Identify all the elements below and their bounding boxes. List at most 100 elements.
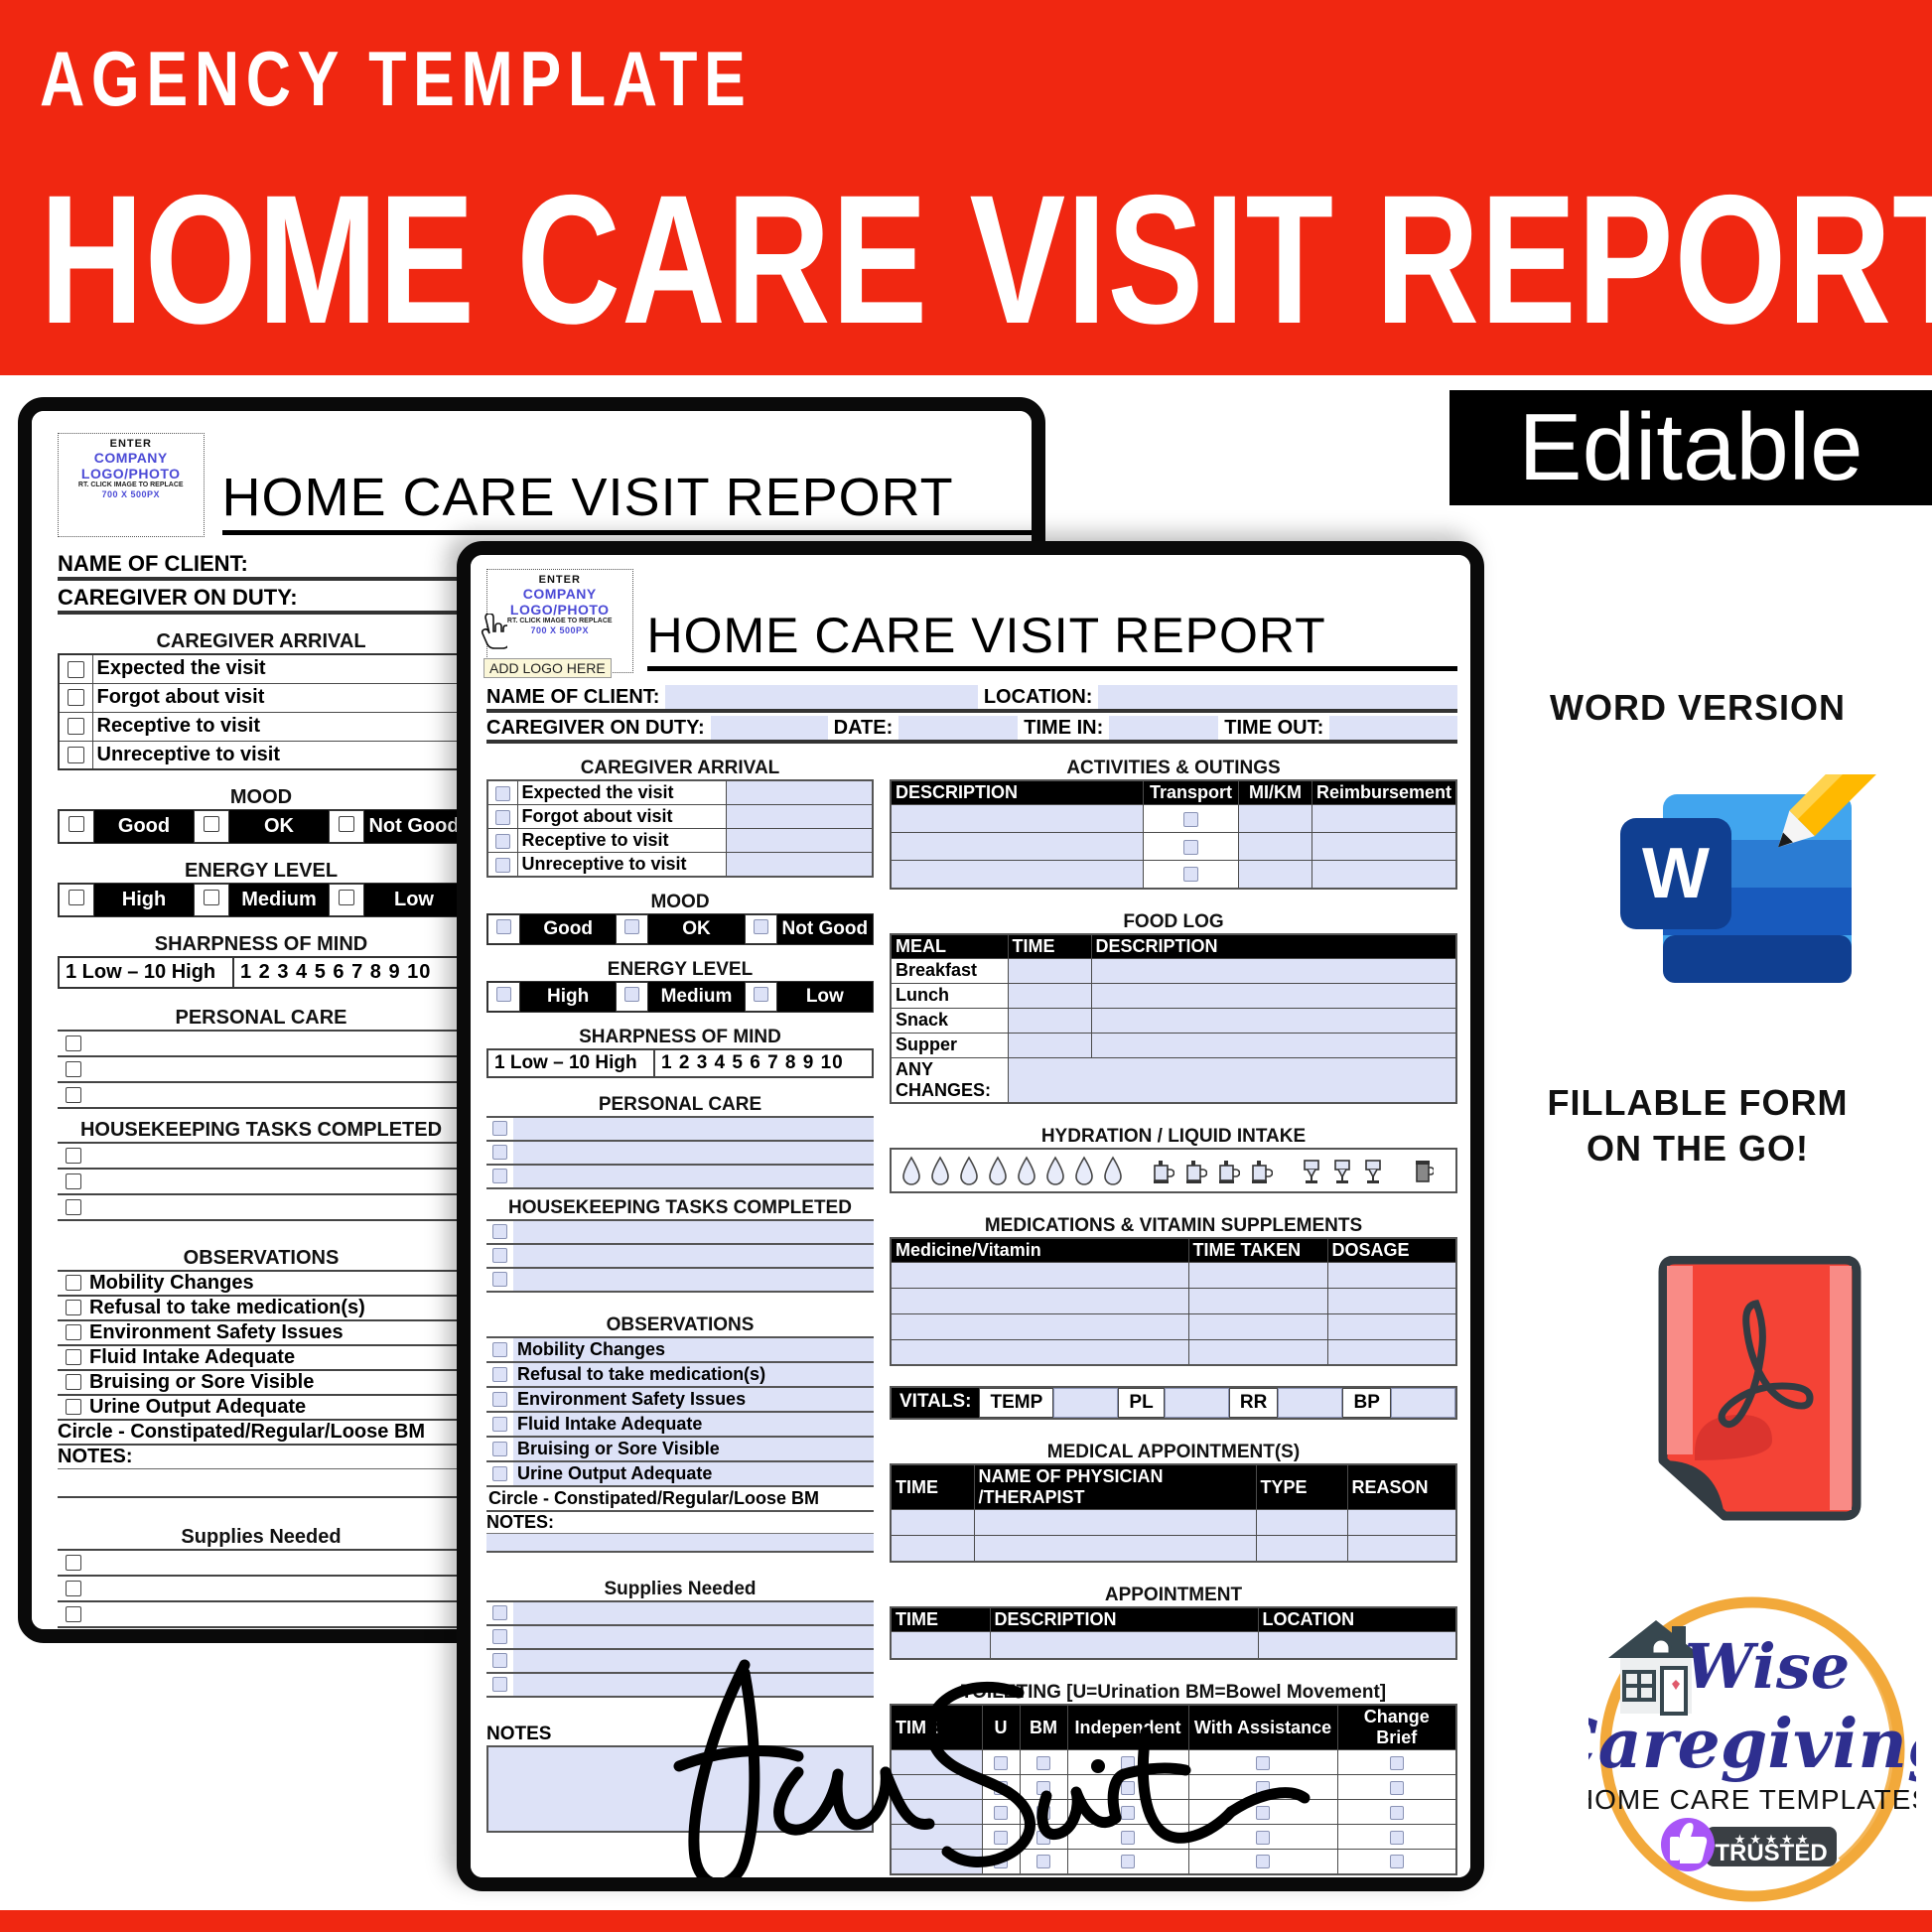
housekeeping-checkbox[interactable] (486, 1245, 513, 1267)
toileting-time-input[interactable] (890, 1849, 983, 1874)
energy-option-label[interactable]: Low (776, 982, 873, 1012)
back-mood-label[interactable]: OK (229, 810, 329, 843)
back-observation-checkbox[interactable] (58, 1322, 89, 1344)
checkbox[interactable] (1121, 1755, 1135, 1770)
medication-dosage-input[interactable] (1326, 1338, 1457, 1366)
supplies-checkbox[interactable] (486, 1603, 513, 1623)
toileting-time-input[interactable] (890, 1824, 983, 1850)
sharpness-scale-values[interactable]: 1 2 3 4 5 6 7 8 9 10 (655, 1050, 872, 1076)
checkbox[interactable] (494, 833, 510, 849)
toileting-change-brief-checkbox[interactable] (1336, 1774, 1457, 1800)
checkbox[interactable] (66, 1349, 81, 1366)
checkbox[interactable] (66, 1399, 81, 1416)
back-energy-label[interactable]: Low (364, 884, 464, 916)
checkbox[interactable] (1121, 1855, 1135, 1869)
back-mood-checkbox-2[interactable] (329, 810, 364, 843)
toileting-assistance-checkbox[interactable] (1187, 1774, 1338, 1800)
toileting-assistance-checkbox[interactable] (1187, 1749, 1338, 1775)
toileting-change-brief-checkbox[interactable] (1336, 1799, 1457, 1825)
medication-name-input[interactable] (890, 1338, 1189, 1366)
field-input-time-out[interactable] (1329, 716, 1457, 740)
personal-care-input[interactable] (513, 1118, 874, 1140)
activity-description-input[interactable] (890, 832, 1144, 861)
toileting-change-brief-checkbox[interactable] (1336, 1849, 1457, 1874)
checkbox[interactable] (753, 987, 768, 1003)
back-energy-label[interactable]: Medium (229, 884, 329, 916)
checkbox[interactable] (1121, 1830, 1135, 1845)
back-energy-checkbox-0[interactable] (59, 884, 94, 916)
back-supplies-checkbox[interactable] (58, 1577, 89, 1600)
checkbox[interactable] (492, 1416, 507, 1432)
checkbox[interactable] (1182, 811, 1198, 827)
appt-physician-input[interactable] (973, 1509, 1257, 1536)
personal-care-checkbox[interactable] (486, 1166, 513, 1187)
back-personal-care-checkbox[interactable] (58, 1032, 89, 1055)
wine-glass-icon[interactable] (1301, 1156, 1322, 1185)
toileting-change-brief-checkbox[interactable] (1336, 1749, 1457, 1775)
wine-glass-icon[interactable] (1331, 1156, 1353, 1185)
meal-description-input[interactable] (1090, 1032, 1457, 1058)
toileting-time-input[interactable] (890, 1799, 983, 1825)
vitals-field-input[interactable] (1390, 1388, 1456, 1418)
toileting-assistance-checkbox[interactable] (1187, 1824, 1338, 1850)
document-sheet-front[interactable]: ENTER COMPANY LOGO/PHOTO RT. CLICK IMAGE… (457, 541, 1484, 1891)
checkbox[interactable] (66, 1035, 81, 1051)
back-housekeeping-checkbox[interactable] (58, 1170, 89, 1193)
checkbox[interactable] (994, 1830, 1008, 1845)
appt-type-input[interactable] (1255, 1509, 1348, 1536)
appointment-description-input[interactable] (989, 1630, 1259, 1660)
checkbox[interactable] (66, 1300, 81, 1316)
checkbox[interactable] (994, 1805, 1008, 1820)
activity-description-input[interactable] (890, 860, 1144, 889)
back-observation-checkbox[interactable] (58, 1273, 89, 1295)
wine-glass-icon[interactable] (1362, 1156, 1384, 1185)
checkbox[interactable] (339, 889, 354, 905)
medication-name-input[interactable] (890, 1287, 1189, 1314)
checkbox[interactable] (66, 1086, 81, 1103)
field-input-location[interactable] (1098, 685, 1457, 709)
mood-option-label[interactable]: Good (520, 914, 617, 944)
activity-transport-checkbox[interactable] (1142, 860, 1239, 889)
housekeeping-checkbox[interactable] (486, 1269, 513, 1291)
toileting-independent-checkbox[interactable] (1066, 1799, 1189, 1825)
notes-textarea[interactable] (486, 1745, 874, 1833)
supplies-input[interactable] (513, 1626, 874, 1648)
checkbox[interactable] (69, 815, 84, 832)
back-mood-checkbox-1[interactable] (194, 810, 229, 843)
back-energy-label[interactable]: High (94, 884, 194, 916)
back-observation-checkbox[interactable] (58, 1347, 89, 1369)
checkbox[interactable] (492, 1605, 507, 1621)
checkbox[interactable] (994, 1780, 1008, 1795)
water-drop-icon[interactable] (988, 1155, 1008, 1185)
back-supplies-checkbox[interactable] (58, 1602, 89, 1626)
supplies-checkbox[interactable] (486, 1675, 513, 1695)
any-changes-input[interactable] (1007, 1056, 1457, 1103)
observation-checkbox[interactable] (486, 1440, 513, 1459)
checkbox[interactable] (67, 747, 84, 764)
meal-description-input[interactable] (1090, 982, 1457, 1009)
water-drop-icon[interactable] (930, 1155, 950, 1185)
checkbox[interactable] (67, 660, 84, 678)
checkbox[interactable] (1036, 1855, 1050, 1869)
checkbox[interactable] (204, 815, 219, 832)
toileting-bm-checkbox[interactable] (1019, 1799, 1068, 1825)
checkbox[interactable] (492, 1391, 507, 1407)
checkbox[interactable] (1036, 1780, 1050, 1795)
activity-reimbursement-input[interactable] (1311, 860, 1457, 889)
checkbox[interactable] (492, 1441, 507, 1456)
appt-time-input[interactable] (890, 1535, 975, 1562)
checkbox[interactable] (494, 809, 510, 825)
mood-checkbox-2[interactable] (744, 914, 777, 944)
medication-time-input[interactable] (1187, 1312, 1328, 1340)
mug-icon[interactable] (1216, 1156, 1240, 1185)
appt-physician-input[interactable] (973, 1535, 1257, 1562)
checkbox[interactable] (1389, 1755, 1404, 1770)
checkbox[interactable] (492, 1224, 507, 1240)
mug-icon[interactable] (1249, 1156, 1273, 1185)
checkbox[interactable] (624, 919, 640, 935)
toileting-u-checkbox[interactable] (981, 1849, 1021, 1874)
add-logo-tooltip[interactable]: ADD LOGO HERE (483, 658, 612, 678)
checkbox[interactable] (1256, 1830, 1270, 1845)
checkbox[interactable] (67, 718, 84, 736)
activity-reimbursement-input[interactable] (1311, 804, 1457, 833)
